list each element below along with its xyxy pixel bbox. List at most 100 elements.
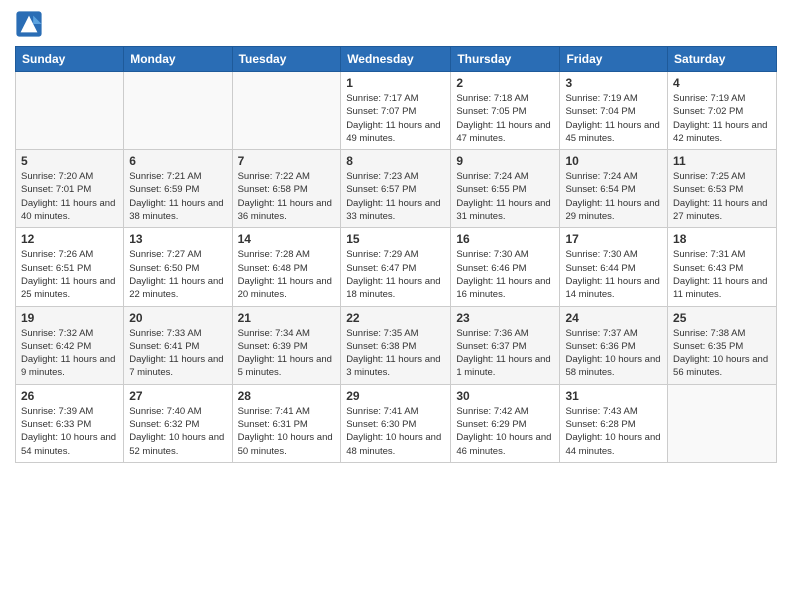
weekday-wednesday: Wednesday — [341, 47, 451, 72]
weekday-friday: Friday — [560, 47, 668, 72]
calendar-cell: 12 Sunrise: 7:26 AMSunset: 6:51 PMDayligh… — [16, 228, 124, 306]
calendar-cell: 26 Sunrise: 7:39 AMSunset: 6:33 PMDayligh… — [16, 384, 124, 462]
calendar-cell: 8Sunrise: 7:23 AMSunset: 6:57 PMDaylight… — [341, 150, 451, 228]
calendar-cell: 30Sunrise: 7:42 AMSunset: 6:29 PMDayligh… — [451, 384, 560, 462]
day-number: 7 — [238, 154, 336, 168]
calendar-header: SundayMondayTuesdayWednesdayThursdayFrid… — [16, 47, 777, 72]
day-info: Sunrise: 7:30 AMSunset: 6:44 PMDaylight:… — [565, 248, 662, 301]
weekday-monday: Monday — [124, 47, 232, 72]
day-info: Sunrise: 7:18 AMSunset: 7:05 PMDaylight:… — [456, 92, 554, 145]
day-info: Sunrise: 7:43 AMSunset: 6:28 PMDaylight:… — [565, 405, 662, 458]
calendar-cell — [16, 72, 124, 150]
calendar-cell: 1 Sunrise: 7:17 AMSunset: 7:07 PMDaylight… — [341, 72, 451, 150]
day-info: Sunrise: 7:22 AMSunset: 6:58 PMDaylight:… — [238, 170, 336, 223]
calendar-cell — [232, 72, 341, 150]
calendar-cell: 6 Sunrise: 7:21 AMSunset: 6:59 PMDaylight… — [124, 150, 232, 228]
day-info: Sunrise: 7:24 AMSunset: 6:54 PMDaylight:… — [565, 170, 662, 223]
day-info: Sunrise: 7:39 AMSunset: 6:33 PMDaylight:… — [21, 405, 118, 458]
calendar-cell: 31 Sunrise: 7:43 AMSunset: 6:28 PMDayligh… — [560, 384, 668, 462]
day-info: Sunrise: 7:27 AMSunset: 6:50 PMDaylight:… — [129, 248, 226, 301]
calendar-cell: 14Sunrise: 7:28 AMSunset: 6:48 PMDayligh… — [232, 228, 341, 306]
day-number: 3 — [565, 76, 662, 90]
calendar-cell: 5 Sunrise: 7:20 AMSunset: 7:01 PMDaylight… — [16, 150, 124, 228]
day-number: 10 — [565, 154, 662, 168]
day-number: 12 — [21, 232, 118, 246]
calendar-cell: 4 Sunrise: 7:19 AMSunset: 7:02 PMDaylight… — [668, 72, 777, 150]
logo — [15, 10, 47, 38]
day-number: 24 — [565, 311, 662, 325]
day-info: Sunrise: 7:40 AMSunset: 6:32 PMDaylight:… — [129, 405, 226, 458]
weekday-thursday: Thursday — [451, 47, 560, 72]
day-info: Sunrise: 7:34 AMSunset: 6:39 PMDaylight:… — [238, 327, 336, 380]
calendar-cell: 20Sunrise: 7:33 AMSunset: 6:41 PMDayligh… — [124, 306, 232, 384]
calendar-cell: 2 Sunrise: 7:18 AMSunset: 7:05 PMDaylight… — [451, 72, 560, 150]
day-number: 30 — [456, 389, 554, 403]
day-info: Sunrise: 7:37 AMSunset: 6:36 PMDaylight:… — [565, 327, 662, 380]
calendar-cell: 10 Sunrise: 7:24 AMSunset: 6:54 PMDayligh… — [560, 150, 668, 228]
day-info: Sunrise: 7:20 AMSunset: 7:01 PMDaylight:… — [21, 170, 118, 223]
day-number: 31 — [565, 389, 662, 403]
day-number: 6 — [129, 154, 226, 168]
calendar-cell: 13 Sunrise: 7:27 AMSunset: 6:50 PMDayligh… — [124, 228, 232, 306]
day-info: Sunrise: 7:35 AMSunset: 6:38 PMDaylight:… — [346, 327, 445, 380]
day-info: Sunrise: 7:21 AMSunset: 6:59 PMDaylight:… — [129, 170, 226, 223]
day-info: Sunrise: 7:29 AMSunset: 6:47 PMDaylight:… — [346, 248, 445, 301]
day-number: 4 — [673, 76, 771, 90]
day-info: Sunrise: 7:23 AMSunset: 6:57 PMDaylight:… — [346, 170, 445, 223]
calendar-week-1: 1 Sunrise: 7:17 AMSunset: 7:07 PMDaylight… — [16, 72, 777, 150]
day-info: Sunrise: 7:30 AMSunset: 6:46 PMDaylight:… — [456, 248, 554, 301]
calendar-cell: 28 Sunrise: 7:41 AMSunset: 6:31 PMDayligh… — [232, 384, 341, 462]
day-info: Sunrise: 7:26 AMSunset: 6:51 PMDaylight:… — [21, 248, 118, 301]
weekday-saturday: Saturday — [668, 47, 777, 72]
weekday-tuesday: Tuesday — [232, 47, 341, 72]
page-container: SundayMondayTuesdayWednesdayThursdayFrid… — [0, 0, 792, 473]
calendar-cell: 22Sunrise: 7:35 AMSunset: 6:38 PMDayligh… — [341, 306, 451, 384]
day-number: 1 — [346, 76, 445, 90]
day-info: Sunrise: 7:19 AMSunset: 7:04 PMDaylight:… — [565, 92, 662, 145]
day-info: Sunrise: 7:31 AMSunset: 6:43 PMDaylight:… — [673, 248, 771, 301]
calendar-cell: 27Sunrise: 7:40 AMSunset: 6:32 PMDayligh… — [124, 384, 232, 462]
calendar-cell: 21 Sunrise: 7:34 AMSunset: 6:39 PMDayligh… — [232, 306, 341, 384]
day-info: Sunrise: 7:36 AMSunset: 6:37 PMDaylight:… — [456, 327, 554, 380]
calendar-cell: 25Sunrise: 7:38 AMSunset: 6:35 PMDayligh… — [668, 306, 777, 384]
calendar-cell: 7 Sunrise: 7:22 AMSunset: 6:58 PMDaylight… — [232, 150, 341, 228]
day-number: 11 — [673, 154, 771, 168]
day-info: Sunrise: 7:17 AMSunset: 7:07 PMDaylight:… — [346, 92, 445, 145]
calendar-cell — [124, 72, 232, 150]
calendar-cell: 18Sunrise: 7:31 AMSunset: 6:43 PMDayligh… — [668, 228, 777, 306]
day-info: Sunrise: 7:19 AMSunset: 7:02 PMDaylight:… — [673, 92, 771, 145]
calendar-cell: 19Sunrise: 7:32 AMSunset: 6:42 PMDayligh… — [16, 306, 124, 384]
day-info: Sunrise: 7:24 AMSunset: 6:55 PMDaylight:… — [456, 170, 554, 223]
calendar-cell: 23 Sunrise: 7:36 AMSunset: 6:37 PMDayligh… — [451, 306, 560, 384]
day-number: 23 — [456, 311, 554, 325]
calendar-cell: 11 Sunrise: 7:25 AMSunset: 6:53 PMDayligh… — [668, 150, 777, 228]
calendar-cell: 15 Sunrise: 7:29 AMSunset: 6:47 PMDayligh… — [341, 228, 451, 306]
day-number: 28 — [238, 389, 336, 403]
day-number: 21 — [238, 311, 336, 325]
calendar-cell: 3 Sunrise: 7:19 AMSunset: 7:04 PMDaylight… — [560, 72, 668, 150]
calendar-cell — [668, 384, 777, 462]
calendar-cell: 29Sunrise: 7:41 AMSunset: 6:30 PMDayligh… — [341, 384, 451, 462]
day-info: Sunrise: 7:28 AMSunset: 6:48 PMDaylight:… — [238, 248, 336, 301]
calendar-week-3: 12 Sunrise: 7:26 AMSunset: 6:51 PMDayligh… — [16, 228, 777, 306]
calendar-week-4: 19Sunrise: 7:32 AMSunset: 6:42 PMDayligh… — [16, 306, 777, 384]
day-info: Sunrise: 7:25 AMSunset: 6:53 PMDaylight:… — [673, 170, 771, 223]
calendar: SundayMondayTuesdayWednesdayThursdayFrid… — [15, 46, 777, 463]
calendar-cell: 16Sunrise: 7:30 AMSunset: 6:46 PMDayligh… — [451, 228, 560, 306]
calendar-cell: 9 Sunrise: 7:24 AMSunset: 6:55 PMDaylight… — [451, 150, 560, 228]
day-number: 2 — [456, 76, 554, 90]
calendar-week-2: 5 Sunrise: 7:20 AMSunset: 7:01 PMDaylight… — [16, 150, 777, 228]
day-number: 5 — [21, 154, 118, 168]
day-info: Sunrise: 7:32 AMSunset: 6:42 PMDaylight:… — [21, 327, 118, 380]
calendar-cell: 24 Sunrise: 7:37 AMSunset: 6:36 PMDayligh… — [560, 306, 668, 384]
calendar-body: 1 Sunrise: 7:17 AMSunset: 7:07 PMDaylight… — [16, 72, 777, 463]
day-number: 17 — [565, 232, 662, 246]
day-number: 26 — [21, 389, 118, 403]
weekday-sunday: Sunday — [16, 47, 124, 72]
day-number: 15 — [346, 232, 445, 246]
day-info: Sunrise: 7:33 AMSunset: 6:41 PMDaylight:… — [129, 327, 226, 380]
day-info: Sunrise: 7:41 AMSunset: 6:31 PMDaylight:… — [238, 405, 336, 458]
day-number: 9 — [456, 154, 554, 168]
day-number: 29 — [346, 389, 445, 403]
day-number: 13 — [129, 232, 226, 246]
